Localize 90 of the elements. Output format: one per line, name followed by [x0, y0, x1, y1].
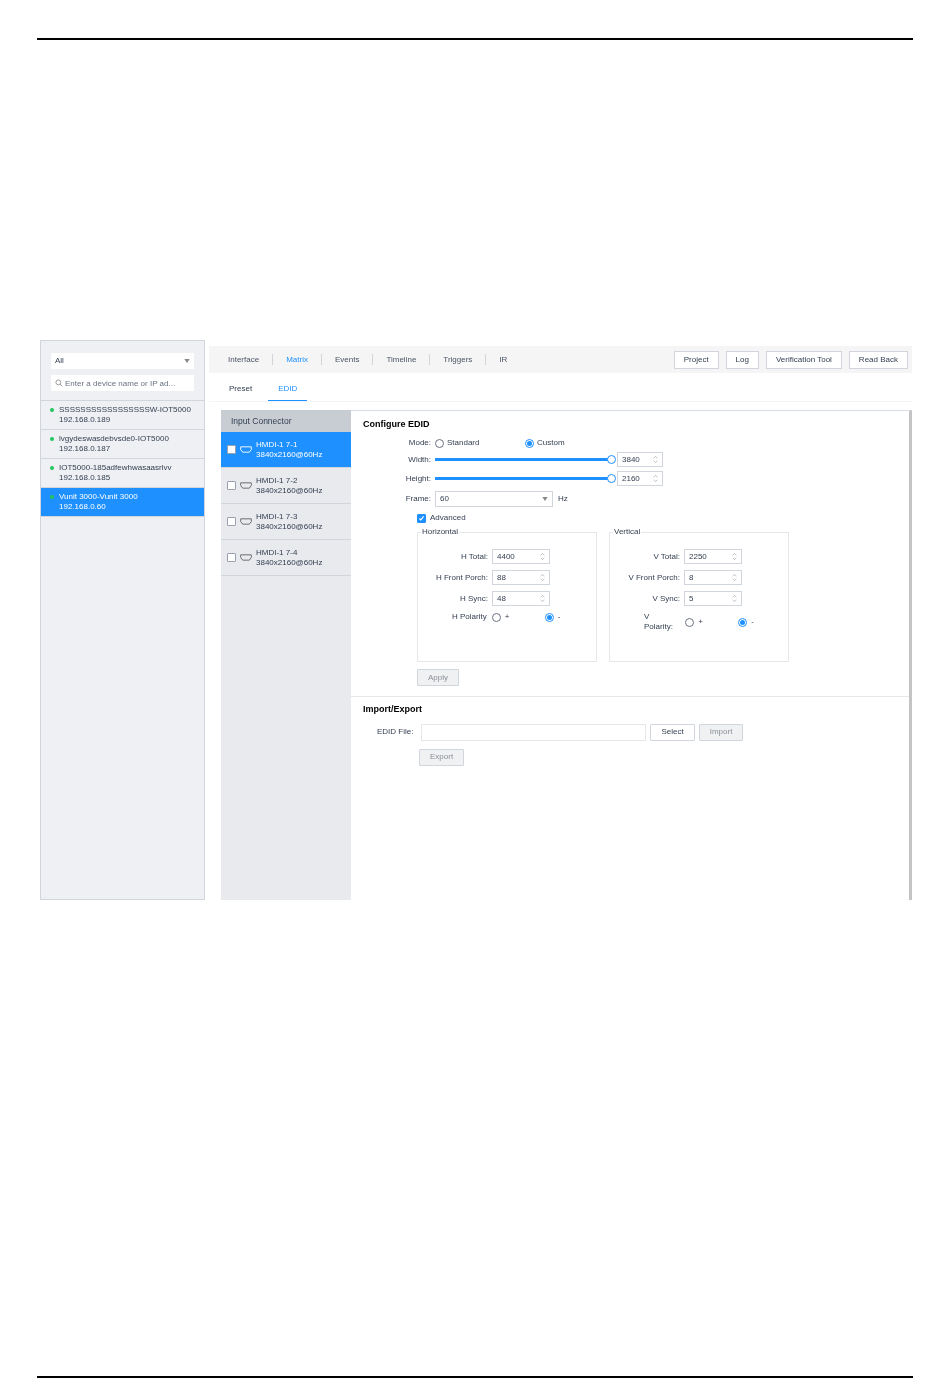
field-label: V Front Porch: [627, 572, 680, 583]
number-field[interactable]: 2250 [684, 549, 742, 565]
frame-dropdown[interactable]: 60 [435, 491, 553, 508]
hdmi-port-icon [240, 554, 252, 561]
field-label: V Total: [652, 551, 680, 562]
field-label: H Polarity [452, 612, 487, 623]
hdmi-port-icon [240, 518, 252, 525]
device-ip: 192.168.0.60 [59, 502, 107, 512]
slider-handle[interactable] [607, 455, 616, 465]
connector-item[interactable]: HMDI-1 7-4 3840x2160@60Hz [221, 540, 351, 576]
caret-icon [542, 497, 548, 502]
field-label: Height: [404, 473, 431, 484]
device-name: Vunit 3000-Vunit 3000 [59, 492, 138, 502]
field-label: V Sync: [651, 593, 680, 604]
number-field[interactable]: 3840 [617, 452, 663, 468]
device-filter-dropdown[interactable]: All [51, 353, 194, 369]
top-tab[interactable]: Triggers [430, 354, 486, 365]
caret-icon [184, 359, 190, 363]
radio-label: Custom [537, 438, 565, 449]
field-label: Width: [407, 454, 431, 465]
spinner-arrows-icon [653, 455, 658, 465]
number-field[interactable]: 88 [492, 570, 550, 586]
section-title: Configure EDID [363, 419, 431, 431]
radio-label: + [698, 617, 703, 628]
sub-tab[interactable]: Preset [219, 384, 263, 401]
checkbox[interactable] [417, 513, 426, 523]
connector-resolution: 3840x2160@60Hz [256, 557, 323, 568]
connector-resolution: 3840x2160@60Hz [256, 485, 323, 496]
device-item[interactable]: SSSSSSSSSSSSSSSSSW-IOT5000 192.168.0.189 [41, 401, 204, 430]
radio-label: - [557, 612, 561, 623]
search-icon [55, 379, 63, 387]
device-ip: 192.168.0.185 [59, 473, 112, 483]
toolbar-button[interactable]: Verification Tool [765, 350, 842, 369]
spinner-arrows-icon [540, 594, 545, 604]
number-field[interactable]: 2160 [617, 471, 663, 487]
checkbox[interactable] [227, 553, 236, 562]
spinner-arrows-icon [732, 594, 737, 604]
device-ip: 192.168.0.189 [59, 415, 112, 425]
spinner-arrows-icon [653, 474, 658, 484]
field-label: H Total: [460, 551, 488, 562]
top-tab[interactable]: Interface [215, 354, 273, 365]
number-field[interactable]: 48 [492, 591, 550, 607]
device-name: lvgydeswasdebvsde0-IOT5000 [59, 434, 169, 444]
field-label: Frame: [404, 494, 431, 505]
checkbox[interactable] [227, 445, 236, 454]
toolbar-button[interactable]: Read Back [848, 350, 908, 369]
connector-resolution: 3840x2160@60Hz [256, 521, 323, 532]
section-title: Import/Export [363, 704, 423, 716]
checkbox[interactable] [227, 481, 236, 490]
number-field[interactable]: 5 [684, 591, 742, 607]
radio-label: Standard [447, 438, 480, 449]
checkbox-label: Advanced [430, 513, 466, 524]
unit-label: Hz [558, 494, 568, 505]
connector-name: HMDI-1 7-4 [256, 547, 299, 558]
connector-name: HMDI-1 7-1 [256, 439, 299, 450]
device-name: IOT5000-185adfewhwasaasrlvv [59, 463, 172, 473]
spinner-arrows-icon [540, 573, 545, 583]
field-label: Mode: [407, 438, 431, 449]
radio-label: + [504, 612, 510, 623]
top-tab[interactable]: Events [321, 354, 373, 365]
connector-name: HMDI-1 7-2 [256, 475, 299, 486]
file-field[interactable] [421, 723, 647, 741]
connector-name: HMDI-1 7-3 [256, 511, 299, 522]
connector-header: Input Connector [221, 410, 351, 432]
spinner-arrows-icon [732, 573, 737, 583]
hdmi-port-icon [240, 482, 252, 489]
number-field[interactable]: 8 [684, 570, 742, 586]
device-ip: 192.168.0.187 [59, 444, 112, 454]
search-field[interactable]: Enter a device name or IP ad... [51, 375, 194, 391]
spinner-arrows-icon [540, 552, 545, 562]
field-label: H Front Porch: [435, 572, 488, 583]
field-label: H Sync: [459, 593, 488, 604]
device-name: SSSSSSSSSSSSSSSSSW-IOT5000 [59, 405, 191, 415]
slider-handle[interactable] [607, 474, 616, 484]
top-tab[interactable]: IR [486, 354, 521, 365]
spinner-arrows-icon [732, 552, 737, 562]
field-label: EDID File: [377, 727, 414, 737]
connector-item[interactable]: HMDI-1 7-2 3840x2160@60Hz [221, 468, 351, 504]
hdmi-port-icon [240, 446, 252, 453]
device-item[interactable]: lvgydeswasdebvsde0-IOT5000 192.168.0.187 [41, 430, 204, 459]
checkbox[interactable] [227, 517, 236, 526]
toolbar-button[interactable]: Project [673, 350, 719, 369]
field-label: V Polarity: [644, 612, 674, 633]
select-button[interactable]: Select [650, 723, 695, 741]
radio-label: - [751, 617, 754, 628]
top-tab[interactable]: Timeline [373, 354, 430, 365]
connector-item[interactable]: HMDI-1 7-3 3840x2160@60Hz [221, 504, 351, 540]
number-field[interactable]: 4400 [492, 549, 550, 565]
toolbar-button[interactable]: Log [725, 350, 759, 369]
connector-resolution: 3840x2160@60Hz [256, 449, 323, 460]
